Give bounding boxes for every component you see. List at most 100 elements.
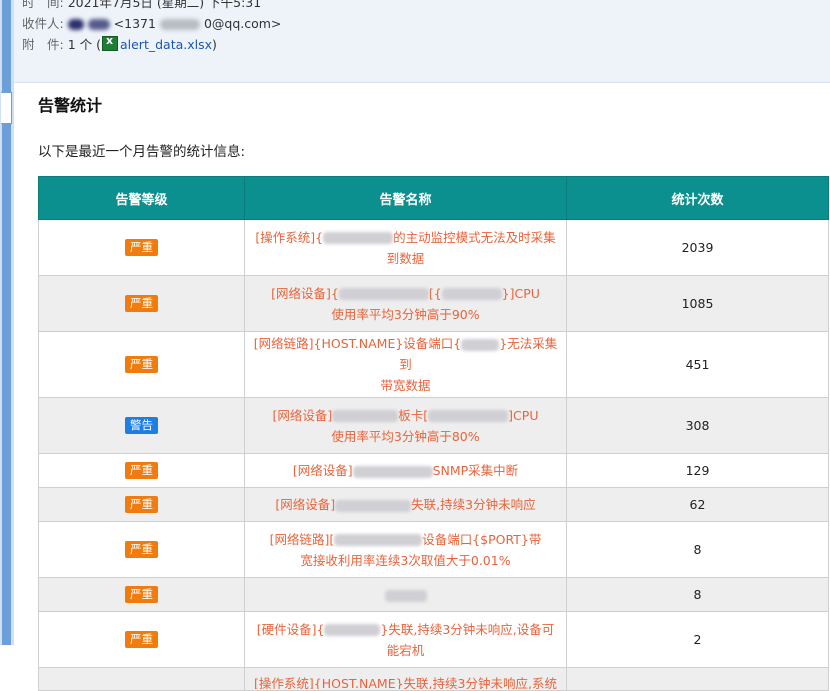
table-row: 严重 [硬件设备]{}失联,持续3分钟未响应,设备可 能宕机 2 [38,611,829,668]
alert-name-part: SNMP采集中断 [432,463,519,478]
count-cell: 129 [566,453,829,488]
recipient-email-start[interactable]: <1371 [114,16,156,31]
count-cell: 62 [566,487,829,522]
collapse-tab[interactable] [1,92,12,124]
severity-badge: 警告 [125,417,158,434]
table-row: 严重 [网络设备] SNMP采集中断 129 [38,453,829,488]
table-row: 严重 [网络链路]{HOST.NAME}设备端口{}无法采集到 带宽数据 451 [38,331,829,398]
severity-badge: 严重 [125,356,158,373]
level-cell: 严重 [38,577,245,612]
redacted-blur [335,499,412,512]
attachment-row: 附 件: 1 个 ( alert_data.xlsx) [22,34,217,53]
table-row: 严重 [操作系统]{ 的主动监控模式无法及时采集 到数据 2039 [38,219,829,276]
alert-name-part: 设备端口{$PORT}带 [422,531,542,547]
page-title: 告警统计 [38,96,103,115]
attachment-close: ) [212,37,217,52]
name-cell: [操作系统]{ 的主动监控模式无法及时采集 到数据 [244,219,567,276]
count-cell: 308 [566,397,829,454]
count-cell: 2 [566,611,829,668]
name-cell: [网络设备] 板卡[]CPU 使用率平均3分钟高于80% [244,397,567,454]
alert-name-part: 带宽数据 [380,378,431,393]
alert-name-part: [操作系统]{HOST.NAME}失联,持续3分钟未响应,系统可 [254,677,557,689]
attachment-link[interactable]: alert_data.xlsx [120,37,212,52]
table-header-row: 告警等级 告警名称 统计次数 [38,176,829,220]
attachment-count: 1 个 ( [67,37,101,52]
alert-name-part: 使用率平均3分钟高于80% [331,428,480,444]
alert-name-part: [网络设备] [275,497,336,512]
alert-name-part: 宽接收利用率连续3次取值大于0.01% [300,552,511,568]
count-cell: 8 [566,521,829,578]
time-label: 时 间: [22,0,64,10]
severity-badge: 严重 [125,631,158,648]
alert-name-part: [网络链路]{HOST.NAME}设备端口{ [253,336,462,351]
level-cell: 警告 [38,397,245,454]
alert-name-part: [网络设备] [292,463,353,478]
name-cell: [硬件设备]{}失联,持续3分钟未响应,设备可 能宕机 [244,611,567,668]
level-cell [38,667,245,691]
count-cell: 2039 [566,219,829,276]
alert-name-part: 使用率平均3分钟高于90% [331,306,480,322]
intro-text: 以下是最近一个月告警的统计信息: [38,144,246,160]
redacted-blur [461,338,500,351]
alert-name-part: [{ [428,285,442,301]
mail-header: 时 间: 2021年7月5日 (星期二) 下午5:31 收件人: <1371 0… [14,0,830,83]
level-cell: 严重 [38,487,245,522]
count-cell: 1085 [566,275,829,332]
header-level: 告警等级 [38,176,245,220]
redacted-blur [324,624,381,636]
redacted-blur [338,288,429,300]
severity-badge: 严重 [125,586,158,603]
alert-name-part: 到数据 [386,250,425,266]
table-row: [操作系统]{HOST.NAME}失联,持续3分钟未响应,系统可 [38,667,829,691]
table-row: 严重 [网络设备]{ [{ }]CPU 使用率平均3分钟高于90% 1085 [38,275,829,332]
level-cell: 严重 [38,521,245,578]
count-cell: 451 [566,331,829,398]
excel-file-icon[interactable] [101,34,118,51]
left-edge-panel [0,0,14,645]
alert-name-part: 板卡[ [398,407,429,423]
severity-badge: 严重 [125,496,158,513]
level-cell: 严重 [38,453,245,488]
attachment-label: 附 件: [22,37,64,52]
level-cell: 严重 [38,611,245,668]
redacted-blur [428,410,509,422]
time-value: 2021年7月5日 (星期二) 下午5:31 [67,0,262,10]
level-cell: 严重 [38,331,245,398]
alert-name-part: }失联,持续3分钟未响应,设备可 [380,621,555,637]
severity-badge: 严重 [125,541,158,558]
name-cell: [网络链路][ 设备端口{$PORT}带 宽接收利用率连续3次取值大于0.01% [244,521,567,578]
redacted-blur [352,465,433,478]
name-cell: [网络设备] SNMP采集中断 [244,453,567,488]
table-row: 警告 [网络设备] 板卡[]CPU 使用率平均3分钟高于80% 308 [38,397,829,454]
header-count: 统计次数 [566,176,829,220]
recipient-row: 收件人: <1371 0@qq.com> [22,13,281,32]
alert-name-part: 的主动监控模式无法及时采集 [393,229,556,245]
time-row: 时 间: 2021年7月5日 (星期二) 下午5:31 [22,0,261,11]
name-cell: [网络设备]{ [{ }]CPU 使用率平均3分钟高于90% [244,275,567,332]
alert-name-part: [网络链路][ [269,531,335,547]
alert-name-part: [网络设备]{ [271,285,339,301]
count-cell [566,667,829,691]
recipient-name-blur [87,19,110,30]
redacted-blur [323,232,394,244]
header-name: 告警名称 [244,176,567,220]
redacted-blur [441,288,502,300]
level-cell: 严重 [38,275,245,332]
name-cell: [操作系统]{HOST.NAME}失联,持续3分钟未响应,系统可 [244,667,567,691]
table-row: 严重 [网络链路][ 设备端口{$PORT}带 宽接收利用率连续3次取值大于0.0… [38,521,829,578]
redacted-blur [332,410,399,422]
level-cell: 严重 [38,219,245,276]
alert-name-part: [操作系统]{ [255,229,324,245]
severity-badge: 严重 [125,239,158,256]
name-cell: [网络设备] 失联,持续3分钟未响应 [244,487,567,522]
severity-badge: 严重 [125,295,158,312]
recipient-email-end[interactable]: 0@qq.com> [204,16,281,31]
redacted-blur [384,589,427,602]
alert-name-part: [硬件设备]{ [256,621,325,637]
name-cell: [网络链路]{HOST.NAME}设备端口{}无法采集到 带宽数据 [244,331,567,398]
alert-name-part: }]CPU [501,285,540,301]
severity-badge: 严重 [125,462,158,479]
recipient-email-blur [159,19,200,30]
alert-name-part: ]CPU [508,407,539,423]
count-cell: 8 [566,577,829,612]
